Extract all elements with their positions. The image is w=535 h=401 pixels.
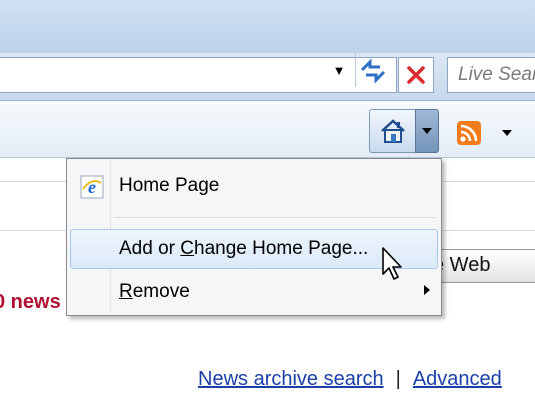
address-bar-row: ▼ Live Search bbox=[0, 53, 535, 101]
mouse-cursor-icon bbox=[382, 247, 402, 280]
menu-item-label: Add or Change Home Page... bbox=[119, 238, 368, 260]
feeds-dropdown-button[interactable] bbox=[497, 123, 517, 143]
home-split-button bbox=[369, 109, 441, 155]
label-suffix: emove bbox=[132, 281, 190, 302]
news-count-text: 0 news bbox=[0, 291, 61, 313]
submenu-arrow-icon bbox=[424, 285, 430, 295]
home-dropdown-button[interactable] bbox=[415, 109, 439, 153]
footer-links: News archive search | Advanced bbox=[198, 368, 502, 391]
link-separator: | bbox=[395, 368, 401, 390]
menu-item-label: Home Page bbox=[119, 175, 220, 196]
window-top-band bbox=[0, 0, 535, 53]
search-input[interactable]: Live Search bbox=[447, 57, 535, 93]
news-archive-search-link[interactable]: News archive search bbox=[198, 368, 384, 390]
feeds-icon[interactable] bbox=[456, 120, 482, 146]
chevron-down-icon bbox=[422, 128, 432, 134]
address-separator bbox=[355, 53, 356, 87]
command-bar bbox=[0, 101, 535, 158]
home-button[interactable] bbox=[369, 109, 415, 153]
access-key: C bbox=[180, 238, 194, 259]
home-dropdown-menu: e Home Page Add or Change Home Page... R… bbox=[66, 158, 442, 316]
stop-button[interactable] bbox=[398, 57, 434, 93]
advanced-link[interactable]: Advanced bbox=[413, 368, 502, 390]
home-icon bbox=[380, 119, 405, 143]
ie-icon: e bbox=[80, 175, 104, 199]
search-web-button[interactable]: e Web bbox=[428, 249, 535, 283]
menu-item-label: Remove bbox=[119, 281, 190, 303]
label-suffix: hange Home Page... bbox=[194, 238, 369, 259]
close-icon bbox=[407, 66, 425, 84]
access-key: R bbox=[119, 281, 133, 302]
svg-text:e: e bbox=[88, 177, 96, 197]
refresh-icon[interactable] bbox=[358, 58, 388, 84]
chevron-down-icon: ▼ bbox=[332, 62, 346, 78]
menu-separator bbox=[114, 217, 437, 218]
menu-item-home-page[interactable]: e Home Page bbox=[70, 166, 438, 206]
label-prefix: Add or bbox=[119, 238, 181, 259]
address-dropdown-button[interactable]: ▼ bbox=[326, 57, 352, 83]
chevron-down-icon bbox=[502, 130, 512, 136]
